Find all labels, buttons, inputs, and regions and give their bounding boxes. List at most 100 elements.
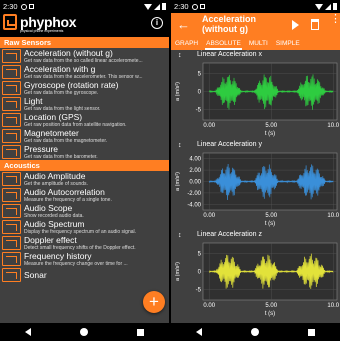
notification-icon <box>199 4 205 9</box>
experiment-item[interactable]: Audio Amplitude Get the amplitude of soun… <box>0 171 169 187</box>
experiment-title: Location (GPS) <box>24 112 83 122</box>
nav-home-icon[interactable] <box>250 328 259 336</box>
expand-icon[interactable]: ↕ <box>178 52 182 59</box>
graph-panel[interactable]: 5 0 -5 0.00 5.00 10.0 t (s) a (m/s²) ↕ Linear Acc… <box>171 230 340 320</box>
category-header: Acoustics <box>0 160 169 171</box>
experiment-icon <box>2 129 21 143</box>
phyphox-logo: phyphox <box>3 14 77 30</box>
system-nav-bar <box>0 323 169 341</box>
x-axis-label: t (s) <box>265 221 275 227</box>
nav-recents-icon[interactable] <box>137 328 145 336</box>
y-tick-label: 5 <box>198 72 202 78</box>
experiment-description: Display the frequency spectrum of an aud… <box>24 228 137 235</box>
experiment-item[interactable]: Pressure Get raw data from the barometer. <box>0 144 169 160</box>
experiment-item[interactable]: Gyroscope (rotation rate) Get raw data fr… <box>0 80 169 96</box>
system-nav-bar <box>171 323 340 341</box>
x-tick-label: 5.00 <box>265 123 277 129</box>
graph-panel[interactable]: 5 0 -5 0.00 5.00 10.0 t (s) a (m/s²) ↕ Linear Acc… <box>171 50 340 140</box>
status-time: 2:30 <box>3 2 18 11</box>
x-tick-label: 0.00 <box>203 303 215 309</box>
experiment-item[interactable]: Frequency history Measure the frequency c… <box>0 251 169 267</box>
experiment-item[interactable]: Audio Autocorrelation Measure the frequen… <box>0 187 169 203</box>
logo-icon <box>3 14 17 30</box>
experiment-item[interactable]: Location (GPS) Get raw position data from… <box>0 112 169 128</box>
experiment-description: Get raw data from the gyroscope. <box>24 89 99 96</box>
experiment-title-line2: (without g) <box>202 24 248 34</box>
experiment-item[interactable]: Acceleration (without g) Get raw data fro… <box>0 48 169 64</box>
graph-panel[interactable]: 4.00 2.00 0.00 -2.00 -4.00 0.00 5.00 10.0 t (s) a… <box>171 140 340 230</box>
experiment-item[interactable]: Audio Scope Show recorded audio data. <box>0 203 169 219</box>
experiment-description: Get raw data from the accelerometer. Thi… <box>24 73 143 80</box>
graph-svg: 4.002.000.00-2.00-4.000.00 5.00 10.0t (s)a… <box>175 152 340 227</box>
experiment-icon <box>2 81 21 95</box>
signal-icon <box>154 3 160 10</box>
x-tick-label: 0.00 <box>203 123 215 129</box>
experiment-title: Acceleration with g <box>24 64 96 74</box>
experiment-icon <box>2 204 21 218</box>
experiment-item[interactable]: Magnetometer Get raw data from the magnet… <box>0 128 169 144</box>
x-tick-label: 10.0 <box>327 213 339 219</box>
nav-recents-icon[interactable] <box>308 328 316 336</box>
experiment-title: Sonar <box>24 270 47 280</box>
play-icon[interactable] <box>292 20 299 30</box>
delete-icon[interactable] <box>311 19 319 30</box>
expand-icon[interactable]: ↕ <box>178 142 182 149</box>
nav-back-icon[interactable] <box>24 328 31 336</box>
experiment-description: Get raw data from the light sensor. <box>24 105 101 112</box>
info-icon[interactable]: i <box>151 17 163 29</box>
y-tick-label: -2.00 <box>187 191 201 197</box>
y-axis-label: a (m/s²) <box>175 262 181 281</box>
notification-icon <box>28 4 34 9</box>
experiment-icon <box>2 252 21 266</box>
y-tick-label: 4.00 <box>189 157 201 163</box>
tab-absolute[interactable]: ABSOLUTE <box>202 37 245 50</box>
experiment-title: Gyroscope (rotation rate) <box>24 80 119 90</box>
expand-icon[interactable]: ↕ <box>178 232 182 239</box>
battery-icon <box>333 3 337 10</box>
y-tick-label: 0 <box>198 270 202 276</box>
experiment-item[interactable]: Doppler effect Detect small frequency shi… <box>0 235 169 251</box>
experiment-icon <box>2 97 21 111</box>
tab-multi[interactable]: MULTI <box>245 37 272 50</box>
experiment-title: Audio Spectrum <box>24 219 85 229</box>
experiment-description: Measure the frequency of a single tone. <box>24 196 112 203</box>
experiment-title: Audio Scope <box>24 203 73 213</box>
graph-title: Linear Acceleration z <box>197 231 262 238</box>
experiment-icon <box>2 145 21 159</box>
app-header: phyphox physical phone experiments i <box>0 13 169 37</box>
back-arrow-icon[interactable]: ← <box>177 17 190 32</box>
x-tick-label: 0.00 <box>203 213 215 219</box>
tab-simple[interactable]: SIMPLE <box>272 37 304 50</box>
more-options-icon[interactable]: ⋮ <box>330 14 340 25</box>
nav-back-icon[interactable] <box>195 328 202 336</box>
add-experiment-button[interactable]: + <box>143 291 165 313</box>
experiment-item[interactable]: Light Get raw data from the light sensor. <box>0 96 169 112</box>
experiment-list: Raw Sensors Acceleration (without g) Get r… <box>0 37 169 283</box>
nav-home-icon[interactable] <box>79 328 88 336</box>
experiment-description: Get raw data from the magnetometer. <box>24 137 108 144</box>
experiment-icon <box>2 49 21 63</box>
y-tick-label: 0 <box>198 90 202 96</box>
wifi-icon <box>315 3 323 10</box>
experiment-description: Get raw position data from satellite nav… <box>24 121 127 128</box>
experiment-title: Frequency history <box>24 251 92 261</box>
status-bar: 2:30 <box>171 0 340 13</box>
tab-graph[interactable]: GRAPH <box>171 37 202 50</box>
experiment-item[interactable]: Acceleration with g Get raw data from the… <box>0 64 169 80</box>
experiment-screen: 2:30 ← Acceleration (without g) ⋮ GRAPH … <box>171 0 340 341</box>
x-tick-label: 10.0 <box>327 303 339 309</box>
experiment-icon <box>2 65 21 79</box>
experiment-item[interactable]: Sonar <box>0 267 169 283</box>
logo-subtitle: physical phone experiments <box>20 29 64 33</box>
y-tick-label: 0.00 <box>189 180 201 186</box>
experiment-title: Light <box>24 96 43 106</box>
experiment-description: Get raw data from the so called linear a… <box>24 57 143 64</box>
x-axis-label: t (s) <box>265 131 275 137</box>
experiment-title: Pressure <box>24 144 59 154</box>
x-tick-label: 5.00 <box>265 213 277 219</box>
experiment-item[interactable]: Audio Spectrum Display the frequency spec… <box>0 219 169 235</box>
graph-title: Linear Acceleration y <box>197 141 262 148</box>
experiment-description: Get the amplitude of sounds. <box>24 180 88 187</box>
signal-icon <box>325 3 331 10</box>
graph-area: 5 0 -5 0.00 5.00 10.0 t (s) a (m/s²) ↕ Linear Acc… <box>171 50 340 320</box>
